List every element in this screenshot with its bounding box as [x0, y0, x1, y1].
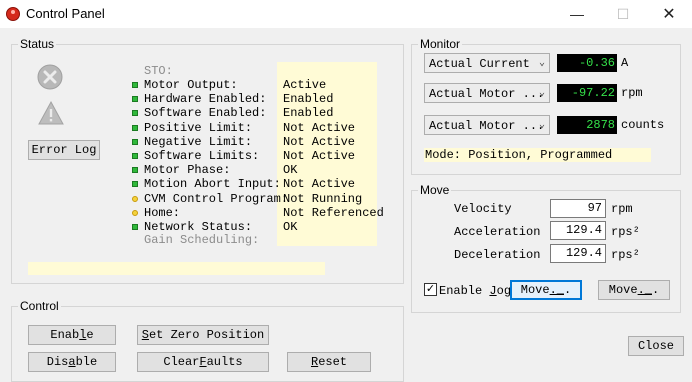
- status-led-yellow: [132, 210, 138, 216]
- monitor-select-2[interactable]: Actual Motor ... ⌄: [424, 83, 550, 103]
- status-led-green: [132, 82, 138, 88]
- enable-jog-label[interactable]: Enable Jog: [439, 284, 511, 298]
- control-group-title: Control: [18, 299, 61, 313]
- reset-button[interactable]: Reset: [287, 352, 371, 372]
- status-label: Motor Phase:: [144, 163, 231, 177]
- status-label: Negative Limit:: [144, 135, 253, 149]
- status-label: CVM Control Program:: [144, 192, 289, 206]
- status-label: Motor Output:: [144, 78, 238, 92]
- enable-button[interactable]: Enab l e: [28, 325, 116, 345]
- maximize-button[interactable]: ☐: [600, 0, 646, 28]
- clear-faults-button[interactable]: Clear Faults: [137, 352, 269, 372]
- status-message-bar: [28, 262, 325, 275]
- velocity-input[interactable]: 97: [550, 199, 606, 218]
- mode-display: Mode: Position, Programmed: [424, 148, 651, 162]
- status-led-green: [132, 139, 138, 145]
- status-led-yellow: [132, 196, 138, 202]
- disable-button[interactable]: Dis a ble: [28, 352, 116, 372]
- status-label: Software Limits:: [144, 149, 260, 163]
- status-value: Enabled: [283, 106, 334, 120]
- status-led-green: [132, 110, 138, 116]
- deceleration-label: Deceleration: [454, 248, 541, 262]
- status-led-green: [132, 167, 138, 173]
- status-label: Home:: [144, 206, 181, 220]
- deceleration-input[interactable]: 129.4: [550, 244, 606, 263]
- status-led-green: [132, 153, 138, 159]
- status-label: Hardware Enabled:: [144, 92, 267, 106]
- chevron-down-icon: ⌄: [538, 58, 545, 69]
- sto-label: STO:: [144, 64, 173, 78]
- gain-scheduling-label: Gain Scheduling:: [144, 233, 260, 247]
- enable-jog-checkbox[interactable]: ✓: [424, 283, 437, 296]
- status-value: Not Active: [283, 177, 356, 191]
- status-value: OK: [283, 220, 298, 234]
- window-title: Control Panel: [26, 6, 105, 21]
- status-led-green: [132, 224, 138, 230]
- acceleration-unit: rps²: [611, 225, 640, 239]
- status-group-title: Status: [18, 37, 57, 51]
- monitor-value-2: -97.22: [557, 84, 617, 102]
- monitor-unit-2: rpm: [621, 86, 643, 100]
- set-zero-position-button[interactable]: Set Zero Position: [137, 325, 269, 345]
- check-icon: ✓: [425, 283, 436, 295]
- status-label: Motion Abort Input:: [144, 177, 281, 191]
- deceleration-unit: rps²: [611, 248, 640, 262]
- move-group-title: Move: [418, 183, 452, 197]
- acceleration-input[interactable]: 129.4: [550, 221, 606, 240]
- app-icon: [6, 7, 20, 21]
- monitor-value-1: -0.36: [557, 54, 617, 72]
- close-window-button[interactable]: ✕: [646, 0, 692, 28]
- monitor-value-3: 2878: [557, 116, 617, 134]
- status-label: Software Enabled:: [144, 106, 267, 120]
- monitor-unit-1: A: [621, 56, 629, 70]
- status-led-green: [132, 125, 138, 131]
- velocity-label: Velocity: [454, 202, 512, 216]
- move-button-2[interactable]: Move ._.: [598, 280, 670, 300]
- monitor-group-title: Monitor: [418, 37, 463, 51]
- error-icon: [37, 64, 63, 90]
- status-value: Not Active: [283, 121, 356, 135]
- status-value: Not Active: [283, 135, 356, 149]
- chevron-down-icon: ⌄: [538, 120, 545, 131]
- acceleration-label: Acceleration: [454, 225, 541, 239]
- monitor-select-3[interactable]: Actual Motor ... ⌄: [424, 115, 550, 135]
- chevron-down-icon: ⌄: [538, 88, 545, 99]
- monitor-unit-3: counts: [621, 118, 665, 132]
- status-label: Network Status:: [144, 220, 253, 234]
- status-label: Positive Limit:: [144, 121, 253, 135]
- move-button-1[interactable]: Move ._.: [510, 280, 582, 300]
- status-value: Active: [283, 78, 327, 92]
- status-led-green: [132, 181, 138, 187]
- title-bar: Control Panel — ☐ ✕: [0, 0, 692, 28]
- status-value: Not Running: [283, 192, 363, 206]
- status-value: Enabled: [283, 92, 334, 106]
- close-button[interactable]: Close: [628, 336, 684, 356]
- warning-icon: [37, 100, 65, 126]
- velocity-unit: rpm: [611, 202, 633, 216]
- status-value: Not Referenced: [283, 206, 384, 220]
- status-value: OK: [283, 163, 298, 177]
- status-value: Not Active: [283, 149, 356, 163]
- error-log-button[interactable]: Error Log: [28, 140, 100, 160]
- minimize-button[interactable]: —: [554, 0, 600, 28]
- monitor-select-1[interactable]: Actual Current ⌄: [424, 53, 550, 73]
- status-led-green: [132, 96, 138, 102]
